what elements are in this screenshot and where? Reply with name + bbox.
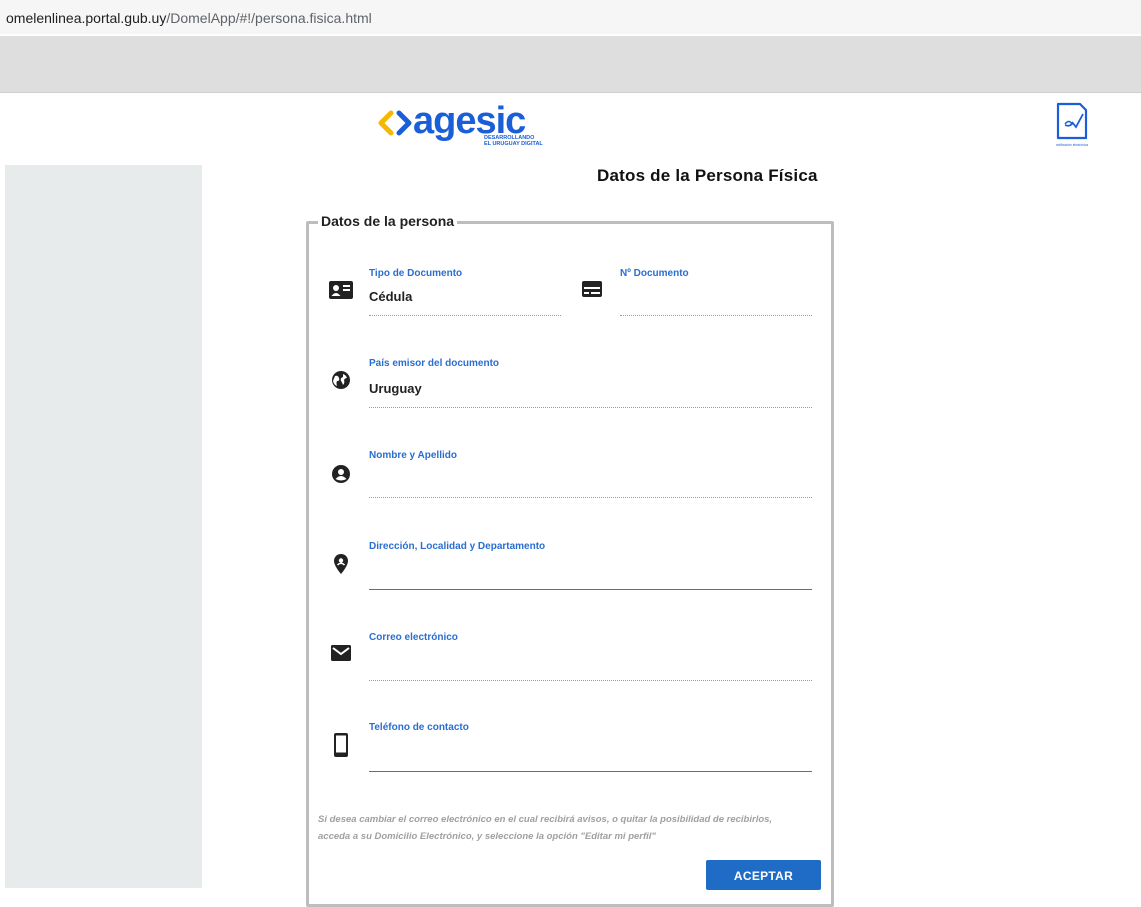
telefono-label: Teléfono de contacto	[369, 722, 469, 733]
email-change-note: Si desea cambiar el correo electrónico e…	[318, 814, 773, 842]
fieldset-legend: Datos de la persona	[318, 213, 458, 229]
account-circle-icon	[332, 465, 350, 483]
agesic-logo: agesic DESARROLLANDO EL URUGUAY DIGITAL	[378, 101, 543, 147]
mail-icon	[331, 645, 351, 661]
id-card-icon	[329, 281, 353, 299]
url-path: /DomelApp/#!/persona.fisica.html	[166, 10, 372, 26]
nombre-underline	[369, 497, 812, 498]
pais-emisor-label: País emisor del documento	[369, 358, 500, 369]
notification-doc-icon[interactable]: notificación electrónica	[1052, 100, 1092, 154]
notif-caption: notificación electrónica	[1056, 143, 1088, 147]
document-number-icon	[582, 281, 602, 297]
numero-documento-underline	[620, 315, 812, 316]
pais-emisor-select[interactable]: Uruguay	[369, 381, 422, 396]
nombre-label: Nombre y Apellido	[369, 450, 457, 461]
tipo-documento-underline	[369, 315, 561, 316]
url-host: omelenlinea.portal.gub.uy	[6, 10, 167, 26]
tipo-documento-label: Tipo de Documento	[369, 268, 463, 279]
left-sidebar	[5, 165, 202, 888]
aceptar-button[interactable]: ACEPTAR	[706, 860, 821, 890]
phone-icon	[334, 733, 348, 757]
browser-url-bar[interactable]: omelenlinea.portal.gub.uy/DomelApp/#!/pe…	[0, 0, 1141, 34]
logo-tagline-2: EL URUGUAY DIGITAL	[484, 141, 543, 147]
person-fieldset	[306, 221, 834, 907]
header-band	[0, 36, 1141, 93]
correo-label: Correo electrónico	[369, 632, 458, 643]
telefono-underline	[369, 771, 812, 772]
location-pin-icon	[334, 554, 348, 574]
tipo-documento-select[interactable]: Cédula	[369, 289, 412, 304]
url-text[interactable]: omelenlinea.portal.gub.uy/DomelApp/#!/pe…	[6, 10, 372, 26]
numero-documento-label: Nº Documento	[620, 268, 689, 279]
direccion-label: Dirección, Localidad y Departamento	[369, 541, 546, 552]
pais-emisor-underline	[369, 407, 812, 408]
direccion-underline	[369, 589, 812, 590]
globe-icon	[332, 371, 350, 389]
correo-underline	[369, 680, 812, 681]
page-title: Datos de la Persona Física	[597, 166, 818, 185]
